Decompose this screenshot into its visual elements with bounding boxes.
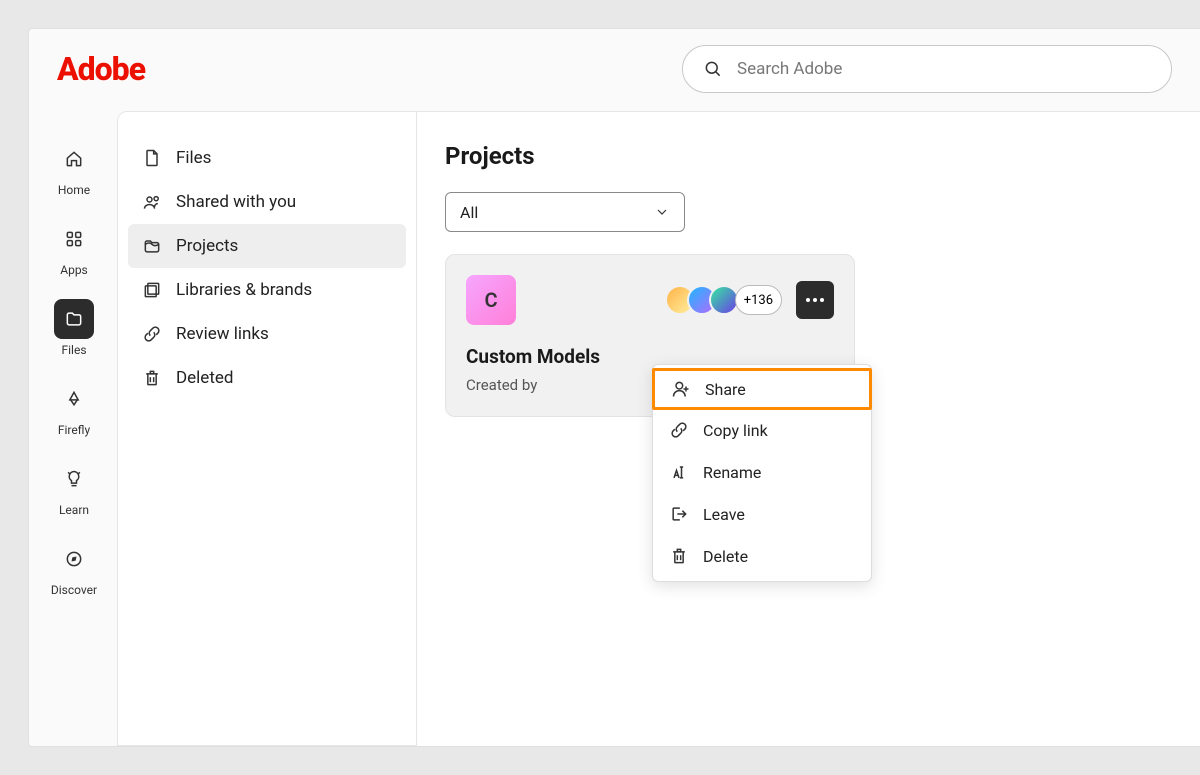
project-thumbnail: C	[466, 275, 516, 325]
menu-item-leave[interactable]: Leave	[653, 493, 871, 535]
search-input[interactable]	[737, 59, 1151, 79]
rail-label-firefly: Firefly	[58, 423, 90, 437]
files-icon	[54, 299, 94, 339]
menu-label-delete: Delete	[703, 547, 748, 566]
rail-item-firefly[interactable]: Firefly	[54, 379, 94, 437]
panel-label-review: Review links	[176, 324, 269, 344]
rail-item-files[interactable]: Files	[54, 299, 94, 357]
shared-icon	[142, 192, 162, 212]
chevron-down-icon	[654, 204, 670, 220]
left-rail: Home Apps Files Firefly Learn Discover	[29, 139, 119, 597]
link-icon	[669, 420, 689, 440]
dot-icon	[813, 298, 817, 302]
share-person-icon	[671, 379, 691, 399]
panel-item-shared[interactable]: Shared with you	[118, 180, 416, 224]
panel-label-projects: Projects	[176, 236, 238, 256]
files-panel: Files Shared with you Projects Libraries…	[117, 111, 417, 746]
libraries-icon	[142, 280, 162, 300]
more-collaborators-count: +136	[735, 285, 782, 315]
filter-dropdown[interactable]: All	[445, 192, 685, 232]
projects-icon	[142, 236, 162, 256]
menu-item-delete[interactable]: Delete	[653, 535, 871, 577]
rail-item-home[interactable]: Home	[54, 139, 94, 197]
file-icon	[142, 148, 162, 168]
menu-label-copy: Copy link	[703, 421, 768, 440]
panel-item-deleted[interactable]: Deleted	[118, 356, 416, 400]
apps-icon	[54, 219, 94, 259]
rail-label-home: Home	[58, 183, 90, 197]
search-icon	[703, 59, 723, 79]
search-bar[interactable]	[682, 45, 1172, 93]
panel-item-projects[interactable]: Projects	[128, 224, 406, 268]
trash-icon	[669, 546, 689, 566]
dot-icon	[820, 298, 824, 302]
leave-icon	[669, 504, 689, 524]
card-right-cluster: +136	[665, 281, 834, 319]
panel-item-files[interactable]: Files	[118, 136, 416, 180]
panel-item-review[interactable]: Review links	[118, 312, 416, 356]
discover-icon	[54, 539, 94, 579]
panel-label-deleted: Deleted	[176, 368, 233, 388]
card-top: C +136	[466, 275, 834, 325]
rail-item-discover[interactable]: Discover	[51, 539, 97, 597]
link-icon	[142, 324, 162, 344]
trash-icon	[142, 368, 162, 388]
search-wrap	[682, 45, 1172, 93]
rail-label-discover: Discover	[51, 583, 97, 597]
panel-item-libraries[interactable]: Libraries & brands	[118, 268, 416, 312]
rail-item-learn[interactable]: Learn	[54, 459, 94, 517]
menu-label-rename: Rename	[703, 463, 761, 482]
topbar: Adobe	[29, 29, 1200, 109]
learn-icon	[54, 459, 94, 499]
menu-label-leave: Leave	[703, 505, 745, 524]
rail-label-apps: Apps	[60, 263, 88, 277]
rail-item-apps[interactable]: Apps	[54, 219, 94, 277]
menu-item-share[interactable]: Share	[652, 368, 872, 410]
panel-label-libraries: Libraries & brands	[176, 280, 312, 300]
panel-label-shared: Shared with you	[176, 192, 296, 212]
home-icon	[54, 139, 94, 179]
rail-label-files: Files	[61, 343, 86, 357]
menu-item-rename[interactable]: Rename	[653, 451, 871, 493]
firefly-icon	[54, 379, 94, 419]
dot-icon	[806, 298, 810, 302]
menu-label-share: Share	[705, 380, 746, 399]
rename-icon	[669, 462, 689, 482]
rail-label-learn: Learn	[59, 503, 89, 517]
collaborator-avatars[interactable]: +136	[665, 285, 782, 315]
panel-label-files: Files	[176, 148, 211, 168]
app-frame: Adobe Home Apps Files Firefly Learn	[28, 28, 1200, 747]
adobe-logo: Adobe	[57, 50, 145, 88]
card-more-button[interactable]	[796, 281, 834, 319]
context-menu: Share Copy link Rename Leave Delete	[652, 364, 872, 582]
page-title: Projects	[445, 142, 1172, 170]
filter-value: All	[460, 203, 478, 222]
menu-item-copy-link[interactable]: Copy link	[653, 409, 871, 451]
